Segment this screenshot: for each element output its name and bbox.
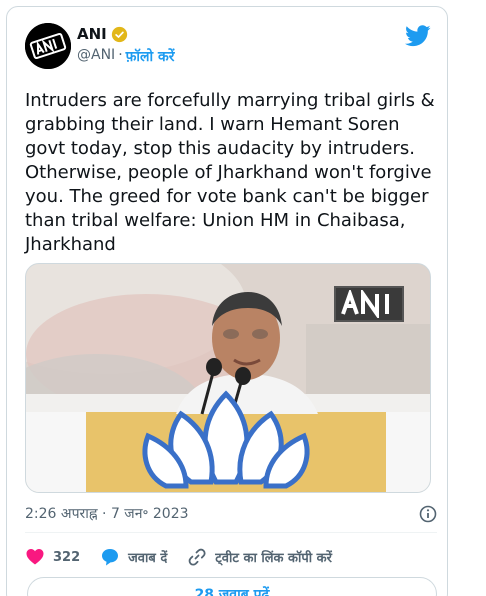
like-button[interactable]: 322 (25, 547, 80, 567)
tweet-media-image[interactable] (25, 263, 431, 493)
tweet-header: ANI @ANI · फ़ॉलो करें (25, 21, 435, 73)
tweet-card: ANI @ANI · फ़ॉलो करें Intruders are forc… (6, 6, 448, 596)
reply-button[interactable]: जवाब दें (100, 547, 167, 567)
ani-watermark-logo (334, 286, 404, 322)
action-bar: 322 जवाब दें ट्वीट का लिंक कॉपी करें (25, 545, 437, 569)
account-name[interactable]: ANI (77, 25, 107, 43)
ani-logo-icon (25, 23, 71, 69)
copy-link-button[interactable]: ट्वीट का लिंक कॉपी करें (187, 547, 332, 567)
reply-bubble-icon (102, 549, 119, 566)
timestamp-row: 2:26 अपराह्न · 7 जन॰ 2023 (25, 503, 437, 525)
twitter-bird-icon[interactable] (405, 25, 431, 47)
handle-separator: · (118, 47, 123, 63)
heart-icon (26, 549, 44, 565)
name-row: ANI (77, 25, 128, 43)
divider (25, 532, 437, 533)
account-handle[interactable]: @ANI (77, 47, 115, 66)
verified-badge-icon (111, 26, 128, 43)
follow-button[interactable]: फ़ॉलो करें (126, 47, 175, 66)
ani-watermark-icon (341, 290, 389, 318)
link-icon (188, 548, 206, 566)
tweet-text: Intruders are forcefully marrying tribal… (25, 90, 435, 255)
reply-label: जवाब दें (128, 551, 168, 566)
handle-row: @ANI · फ़ॉलो करें (77, 47, 175, 66)
avatar[interactable] (25, 23, 71, 69)
like-count: 322 (53, 549, 81, 565)
read-replies-button[interactable]: 28 जवाब पढ़ें (27, 577, 437, 596)
info-icon[interactable] (419, 505, 437, 523)
tweet-timestamp[interactable]: 2:26 अपराह्न · 7 जन॰ 2023 (25, 506, 189, 522)
copy-link-label: ट्वीट का लिंक कॉपी करें (215, 551, 332, 566)
